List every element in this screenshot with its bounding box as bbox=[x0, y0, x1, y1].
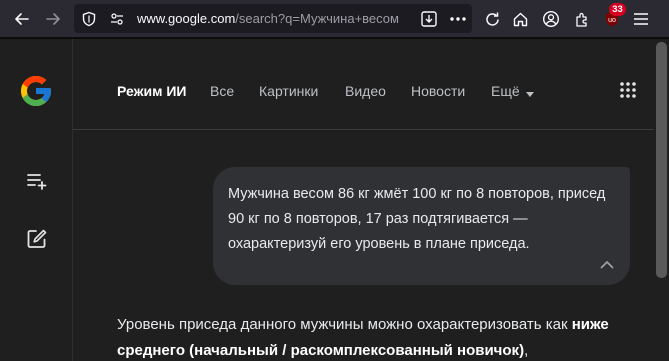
tab-videos[interactable]: Видео bbox=[345, 83, 386, 99]
tab-ai-mode[interactable]: Режим ИИ bbox=[117, 83, 187, 99]
extensions-icon[interactable] bbox=[571, 8, 593, 30]
tab-more-label: Ещё bbox=[491, 83, 520, 99]
tab-news[interactable]: Новости bbox=[411, 83, 465, 99]
svg-text:uo: uo bbox=[608, 17, 616, 24]
more-icon[interactable] bbox=[447, 8, 469, 30]
apps-grid-icon[interactable] bbox=[620, 82, 636, 98]
tab-more[interactable]: Ещё bbox=[491, 83, 534, 100]
home-icon[interactable] bbox=[509, 8, 531, 30]
url-text[interactable]: www.google.com/search?q=Мужчина+весом bbox=[137, 11, 417, 26]
permissions-icon[interactable] bbox=[106, 8, 128, 30]
query-text: Мужчина весом 86 кг жмёт 100 кг по 8 пов… bbox=[228, 186, 606, 252]
scrollbar-thumb[interactable] bbox=[656, 42, 667, 278]
browser-toolbar: www.google.com/search?q=Мужчина+весом uo… bbox=[0, 0, 669, 37]
chevron-up-icon[interactable] bbox=[598, 256, 616, 274]
history-icon[interactable] bbox=[26, 170, 48, 192]
shield-icon[interactable] bbox=[78, 8, 100, 30]
notification-badge: 33 bbox=[609, 3, 626, 16]
download-icon[interactable] bbox=[418, 8, 440, 30]
hamburger-menu-icon[interactable] bbox=[630, 8, 652, 30]
tab-images[interactable]: Картинки bbox=[259, 83, 318, 99]
forward-arrow-icon[interactable] bbox=[42, 8, 64, 30]
new-chat-icon[interactable] bbox=[26, 228, 48, 250]
tab-all[interactable]: Все bbox=[210, 83, 234, 99]
answer-text: Уровень приседа данного мужчины можно ох… bbox=[117, 316, 609, 359]
back-arrow-icon[interactable] bbox=[11, 8, 33, 30]
account-icon[interactable] bbox=[540, 8, 562, 30]
reload-icon[interactable] bbox=[481, 8, 503, 30]
caret-down-icon bbox=[525, 84, 534, 100]
google-logo-icon[interactable] bbox=[18, 73, 54, 109]
